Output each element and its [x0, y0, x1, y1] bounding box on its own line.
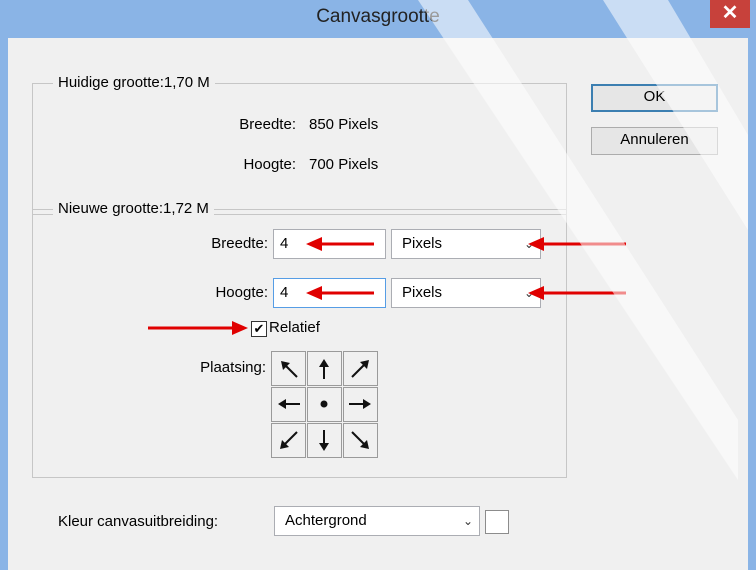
arrow-down-icon — [319, 430, 329, 451]
arrow-se-icon — [351, 431, 369, 449]
width-unit-select[interactable]: Pixels ⌄ — [391, 229, 541, 259]
center-dot-icon — [320, 400, 328, 408]
extension-color-value: Achtergrond — [285, 512, 367, 529]
placement-label: Plaatsing: — [200, 359, 266, 376]
arrow-ne-icon — [351, 360, 369, 378]
ok-button[interactable]: OK — [591, 84, 718, 112]
annotation-arrow-width — [306, 237, 374, 251]
anchor-nw[interactable] — [271, 351, 306, 386]
annotation-arrow-width-unit — [528, 237, 626, 251]
extension-color-select[interactable]: Achtergrond ⌄ — [274, 506, 480, 536]
current-size-legend: Huidige grootte:1,70 M — [53, 74, 215, 91]
relative-label: Relatief — [269, 319, 320, 336]
height-unit-select[interactable]: Pixels ⌄ — [391, 278, 541, 308]
extension-color-swatch[interactable] — [485, 510, 509, 534]
anchor-ne[interactable] — [343, 351, 378, 386]
dialog-title: Canvasgrootte — [316, 6, 440, 27]
annotation-arrow-height-unit — [528, 286, 626, 300]
anchor-n[interactable] — [307, 351, 342, 386]
title-bar[interactable]: Canvasgrootte ✕ — [0, 0, 756, 38]
extension-label: Kleur canvasuitbreiding: — [58, 513, 219, 530]
arrow-nw-icon — [281, 361, 298, 378]
arrow-up-icon — [319, 359, 329, 379]
arrow-left-icon — [278, 399, 300, 409]
relative-checkbox[interactable]: ✔ — [251, 321, 267, 337]
new-height-label: Hoogte: — [215, 284, 268, 301]
new-size-legend: Nieuwe grootte:1,72 M — [53, 200, 214, 217]
annotation-arrow-height — [306, 286, 374, 300]
chevron-down-icon: ⌄ — [462, 514, 473, 528]
cancel-button[interactable]: Annuleren — [591, 127, 718, 155]
current-height-value: 700 Pixels — [309, 156, 379, 173]
dialog-body: Huidige grootte:1,70 M Breedte: 850 Pixe… — [8, 0, 748, 570]
anchor-se[interactable] — [343, 423, 378, 458]
anchor-w[interactable] — [271, 387, 306, 422]
anchor-sw[interactable] — [271, 423, 306, 458]
current-width-value: 850 Pixels — [309, 116, 379, 133]
anchor-s[interactable] — [307, 423, 342, 458]
close-button[interactable]: ✕ — [710, 0, 750, 28]
annotation-arrow-relative — [148, 321, 248, 335]
arrow-sw-icon — [280, 431, 298, 449]
width-unit-value: Pixels — [402, 235, 443, 252]
dialog-window: Canvasgrootte ✕ Huidige grootte:1,70 M B… — [0, 0, 756, 570]
anchor-grid — [271, 351, 379, 459]
current-height-label: Hoogte: — [243, 156, 296, 173]
current-width-label: Breedte: — [239, 116, 296, 133]
anchor-e[interactable] — [343, 387, 378, 422]
current-size-group: Huidige grootte:1,70 M Breedte: 850 Pixe… — [32, 74, 567, 215]
height-unit-value: Pixels — [402, 284, 443, 301]
arrow-right-icon — [349, 399, 371, 409]
anchor-center[interactable] — [307, 387, 342, 422]
new-width-label: Breedte: — [211, 235, 268, 252]
